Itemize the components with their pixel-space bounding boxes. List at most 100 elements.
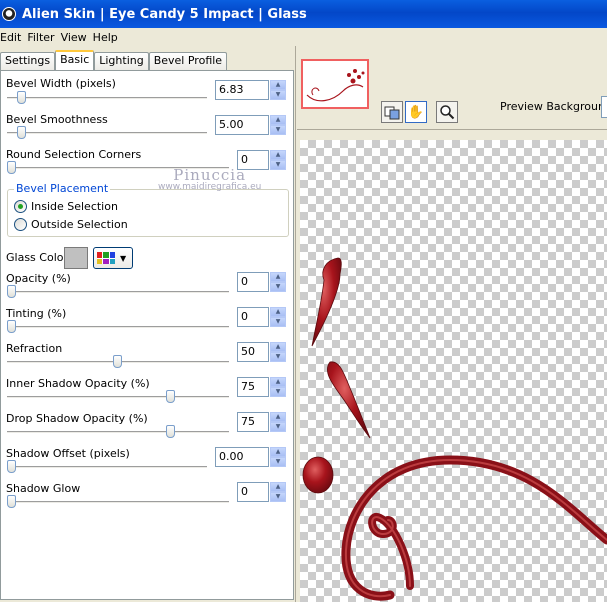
tab-bevel-profile[interactable]: Bevel Profile (148, 52, 228, 70)
tab-settings[interactable]: Settings (0, 52, 56, 70)
slider-thumb[interactable] (166, 390, 175, 403)
spin-down-icon[interactable]: ▼ (270, 90, 286, 100)
tinting-stepper[interactable]: 0 ▲ ▼ (237, 307, 286, 327)
opacity-stepper[interactable]: 0 ▲ ▼ (237, 272, 286, 292)
tinting-slider[interactable] (7, 320, 229, 334)
refraction-label: Refraction (6, 342, 63, 355)
menu-bar: Edit Filter View Help (0, 28, 607, 46)
radio-inside-selection[interactable]: Inside Selection (14, 200, 118, 213)
compare-icon[interactable] (381, 101, 403, 123)
spin-up-icon[interactable]: ▲ (270, 447, 286, 457)
tinting-label: Tinting (%) (6, 307, 67, 320)
tinting-field[interactable]: 0 (237, 307, 269, 327)
spin-down-icon[interactable]: ▼ (270, 317, 286, 327)
slider-thumb[interactable] (17, 126, 26, 139)
spin-down-icon[interactable]: ▼ (270, 492, 286, 502)
spin-down-icon[interactable]: ▼ (270, 125, 286, 135)
spin-down-icon[interactable]: ▼ (270, 282, 286, 292)
shadow-glow-slider[interactable] (7, 495, 229, 509)
bevel-width-field[interactable]: 6.83 (215, 80, 269, 100)
bevel-width-stepper[interactable]: 6.83 ▲ ▼ (215, 80, 286, 100)
slider-thumb[interactable] (166, 425, 175, 438)
glass-ornament (302, 257, 607, 601)
glass-color-swatch[interactable] (64, 247, 88, 269)
shadow-glow-field[interactable]: 0 (237, 482, 269, 502)
slider-thumb[interactable] (7, 320, 16, 333)
spin-up-icon[interactable]: ▲ (270, 482, 286, 492)
opacity-label: Opacity (%) (6, 272, 71, 285)
glass-color-label: Glass Color (6, 251, 68, 264)
spin-down-icon[interactable]: ▼ (270, 352, 286, 362)
spin-down-icon[interactable]: ▼ (270, 457, 286, 467)
refraction-stepper[interactable]: 50 ▲ ▼ (237, 342, 286, 362)
bevel-smoothness-field[interactable]: 5.00 (215, 115, 269, 135)
preview-panel: ✋ Preview Background: (297, 46, 607, 602)
spin-down-icon[interactable]: ▼ (270, 387, 286, 397)
basic-tab-body: Bevel Width (pixels) 6.83 ▲ ▼ Bevel Smoot… (0, 70, 294, 600)
inner-shadow-opacity-stepper[interactable]: 75 ▲ ▼ (237, 377, 286, 397)
shadow-offset-slider[interactable] (7, 460, 207, 474)
drop-shadow-opacity-stepper[interactable]: 75 ▲ ▼ (237, 412, 286, 432)
inner-shadow-opacity-field[interactable]: 75 (237, 377, 269, 397)
spin-up-icon[interactable]: ▲ (270, 412, 286, 422)
drop-shadow-opacity-slider[interactable] (7, 425, 229, 439)
spin-up-icon[interactable]: ▲ (270, 272, 286, 282)
slider-thumb[interactable] (7, 460, 16, 473)
shadow-glow-stepper[interactable]: 0 ▲ ▼ (237, 482, 286, 502)
spin-up-icon[interactable]: ▲ (270, 115, 286, 125)
menu-view[interactable]: View (61, 31, 93, 44)
spin-up-icon[interactable]: ▲ (270, 342, 286, 352)
spin-up-icon[interactable]: ▲ (270, 377, 286, 387)
inner-shadow-opacity-label: Inner Shadow Opacity (%) (6, 377, 150, 390)
opacity-slider[interactable] (7, 285, 229, 299)
radio-checked-icon[interactable] (14, 200, 27, 213)
radio-unchecked-icon[interactable] (14, 218, 27, 231)
spin-up-icon[interactable]: ▲ (270, 150, 286, 160)
preview-canvas[interactable] (300, 140, 607, 602)
zoom-icon[interactable] (436, 101, 458, 123)
tab-lighting[interactable]: Lighting (94, 52, 149, 70)
menu-edit[interactable]: Edit (0, 31, 27, 44)
bevel-width-label: Bevel Width (pixels) (6, 77, 116, 90)
bevel-smoothness-stepper[interactable]: 5.00 ▲ ▼ (215, 115, 286, 135)
preview-background-select[interactable] (601, 96, 607, 118)
spin-up-icon[interactable]: ▲ (270, 307, 286, 317)
slider-thumb[interactable] (7, 495, 16, 508)
bevel-smoothness-slider[interactable] (7, 126, 207, 140)
dropdown-arrow-icon: ▼ (120, 253, 127, 263)
inner-shadow-opacity-slider[interactable] (7, 390, 229, 404)
refraction-slider[interactable] (7, 355, 229, 369)
title-bar: Alien Skin | Eye Candy 5 Impact | Glass (0, 0, 607, 28)
bevel-placement-label: Bevel Placement (14, 182, 111, 195)
tab-basic[interactable]: Basic (55, 50, 95, 70)
round-corners-label: Round Selection Corners (6, 148, 142, 161)
bevel-width-slider[interactable] (7, 91, 207, 105)
color-picker-button[interactable]: ▼ (93, 247, 133, 269)
drop-shadow-opacity-field[interactable]: 75 (237, 412, 269, 432)
spin-down-icon[interactable]: ▼ (270, 160, 286, 170)
shadow-offset-stepper[interactable]: 0.00 ▲ ▼ (215, 447, 286, 467)
slider-thumb[interactable] (113, 355, 122, 368)
hand-icon[interactable]: ✋ (405, 101, 427, 123)
navigator-thumbnail[interactable] (301, 59, 369, 109)
spin-down-icon[interactable]: ▼ (270, 422, 286, 432)
outside-selection-label: Outside Selection (31, 218, 128, 231)
shadow-offset-label: Shadow Offset (pixels) (6, 447, 130, 460)
menu-help[interactable]: Help (93, 31, 124, 44)
opacity-field[interactable]: 0 (237, 272, 269, 292)
color-grid-icon (97, 252, 115, 264)
preview-background-label: Preview Background: (500, 100, 607, 113)
slider-thumb[interactable] (7, 161, 16, 174)
shadow-offset-field[interactable]: 0.00 (215, 447, 269, 467)
slider-thumb[interactable] (17, 91, 26, 104)
tab-strip: Settings Basic Lighting Bevel Profile (0, 50, 228, 70)
spin-up-icon[interactable]: ▲ (270, 80, 286, 90)
radio-outside-selection[interactable]: Outside Selection (14, 218, 128, 231)
refraction-field[interactable]: 50 (237, 342, 269, 362)
window-title: Alien Skin | Eye Candy 5 Impact | Glass (22, 6, 307, 22)
shadow-glow-label: Shadow Glow (6, 482, 81, 495)
watermark: Pinuccia www.maidiregrafica.eu (158, 166, 261, 192)
menu-filter[interactable]: Filter (27, 31, 60, 44)
slider-thumb[interactable] (7, 285, 16, 298)
app-icon (2, 7, 16, 21)
